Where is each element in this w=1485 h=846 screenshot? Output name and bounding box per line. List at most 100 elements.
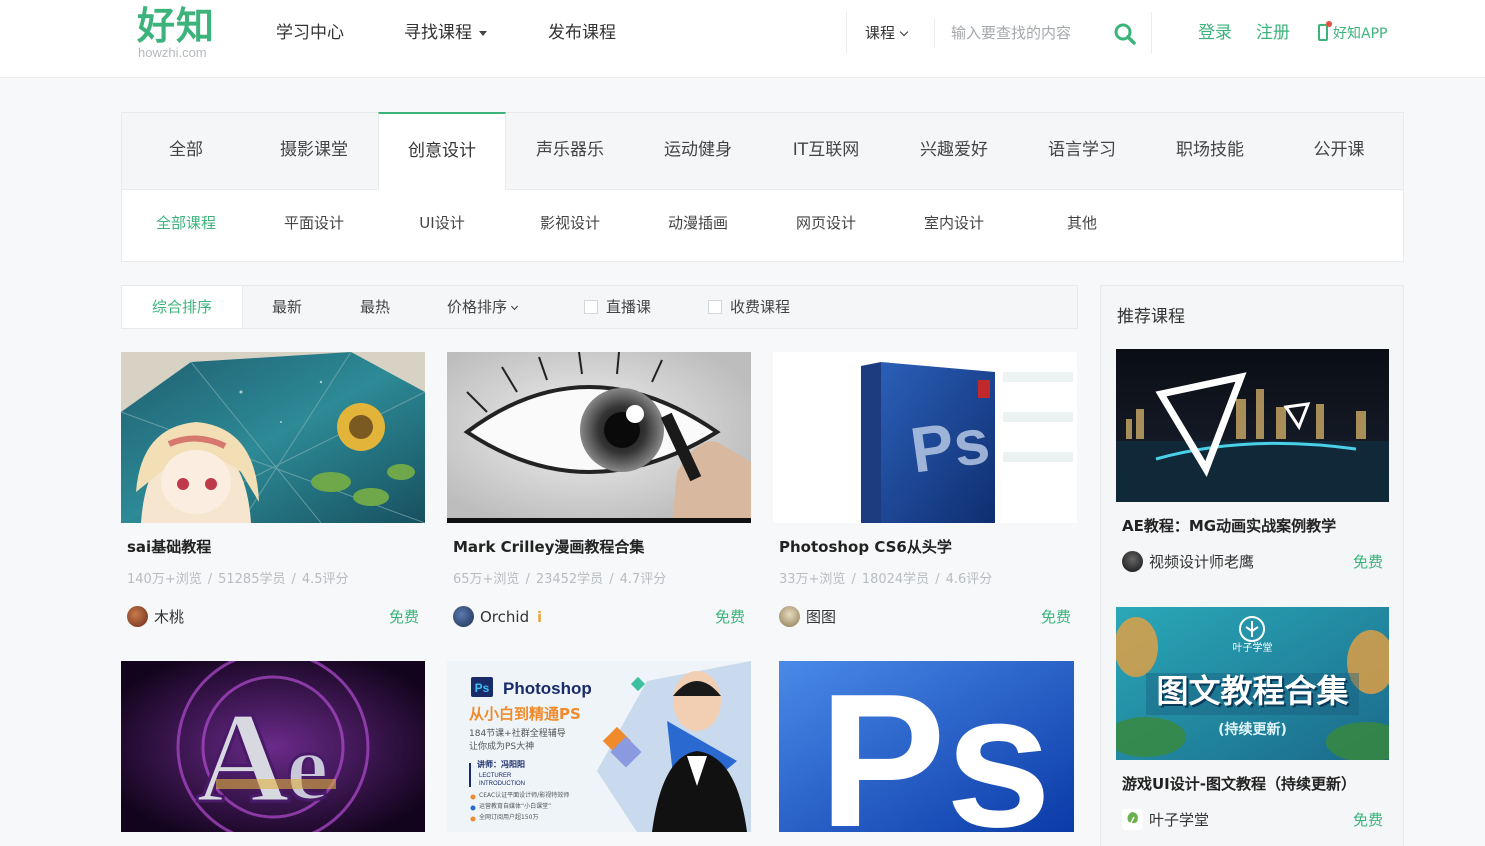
top-header: 好知 howzhi.com 学习中心 寻找课程 发布课程 课程 登录 注册 好知… [0, 0, 1485, 78]
course-author[interactable]: Orchid i [453, 605, 542, 630]
student-count: 23452学员 [535, 572, 604, 587]
course-thumbnail[interactable] [121, 352, 425, 523]
banner-teacher: 讲师：冯阳阳 [477, 760, 525, 769]
filter-paid-label: 收费课程 [730, 298, 791, 316]
price-tag: 免费 [714, 608, 745, 626]
author-name: 木桃 [154, 608, 185, 626]
course-thumbnail[interactable]: Ps [779, 661, 1074, 832]
course-thumbnail[interactable] [447, 352, 751, 523]
author-name: 图图 [806, 608, 837, 626]
filter-paid[interactable]: 收费课程 [708, 286, 790, 328]
course-thumbnail[interactable]: A e [121, 661, 425, 832]
sidebar-title: 推荐课程 [1117, 307, 1185, 327]
tab-all[interactable]: 全部 [122, 113, 250, 190]
subtab-interior-design[interactable]: 室内设计 [890, 211, 1018, 235]
svg-text:Ps: Ps [819, 661, 1051, 832]
search-type-select[interactable]: 课程 [865, 22, 909, 44]
nav-publish-course[interactable]: 发布课程 [548, 20, 616, 46]
tab-fitness[interactable]: 运动健身 [634, 113, 762, 190]
course-author[interactable]: 木桃 [127, 605, 184, 629]
sort-comprehensive[interactable]: 综合排序 [122, 286, 243, 328]
category-panel: 全部 摄影课堂 创意设计 声乐器乐 运动健身 IT互联网 兴趣爱好 语言学习 职… [121, 112, 1404, 262]
search-type-label: 课程 [865, 24, 896, 42]
subtab-graphic-design[interactable]: 平面设计 [250, 211, 378, 235]
course-card[interactable]: Ps Photoshop CS6从头学 33万+浏览/18024学员/4.6评分… [773, 352, 1077, 637]
course-card[interactable]: Ps Photoshop 从小白到精通PS 184节课+社群全程辅导 让你成为P… [447, 661, 751, 832]
course-title[interactable]: AE教程：MG动画实战案例教学 [1122, 515, 1336, 537]
tab-photography[interactable]: 摄影课堂 [250, 113, 378, 190]
course-title[interactable]: 游戏UI设计-图文教程（持续更新） [1122, 773, 1356, 795]
subtab-video-design[interactable]: 影视设计 [506, 211, 634, 235]
sort-hottest[interactable]: 最热 [360, 286, 390, 328]
avatar [127, 606, 148, 627]
course-title[interactable]: Photoshop CS6从头学 [779, 536, 952, 558]
banner-brand: 叶子学堂 [1232, 643, 1273, 654]
avatar [453, 606, 474, 627]
course-stats: 33万+浏览/18024学员/4.6评分 [779, 572, 993, 587]
register-link[interactable]: 注册 [1256, 20, 1290, 46]
svg-text:e: e [286, 713, 329, 820]
nav-find-course-label: 寻找课程 [404, 23, 472, 43]
banner-subtitle: (持续更新) [1218, 722, 1287, 738]
course-author[interactable]: 叶子学堂 [1122, 808, 1209, 832]
course-card[interactable]: A e [121, 661, 425, 832]
course-stats: 65万+浏览/23452学员/4.7评分 [453, 572, 667, 587]
author-name: Orchid [480, 608, 530, 626]
price-tag: 免费 [388, 608, 419, 626]
recommended-sidebar: 推荐课程 AE教程：MG动画实战案例教学 视频设计师老鹰 免费 叶子学堂 图文教… [1100, 285, 1404, 846]
subtab-ui-design[interactable]: UI设计 [378, 211, 506, 235]
tab-hobbies[interactable]: 兴趣爱好 [890, 113, 1018, 190]
course-card[interactable]: Ps [779, 661, 1083, 832]
rating: 4.7评分 [619, 572, 667, 587]
recommended-course[interactable]: 叶子学堂 图文教程合集 (持续更新) 游戏UI设计-图文教程（持续更新） 叶子学… [1116, 607, 1389, 837]
course-title[interactable]: sai基础教程 [127, 536, 211, 558]
tab-it-internet[interactable]: IT互联网 [762, 113, 890, 190]
site-logo[interactable]: 好知 howzhi.com [137, 4, 227, 64]
subtab-all-courses[interactable]: 全部课程 [122, 211, 250, 235]
sort-price[interactable]: 价格排序 [447, 286, 519, 328]
course-card[interactable]: Mark Crilley漫画教程合集 65万+浏览/23452学员/4.7评分 … [447, 352, 751, 637]
course-thumbnail[interactable] [1116, 349, 1389, 502]
course-thumbnail[interactable]: 叶子学堂 图文教程合集 (持续更新) [1116, 607, 1389, 760]
subtab-web-design[interactable]: 网页设计 [762, 211, 890, 235]
search-input[interactable] [951, 20, 1101, 46]
banner-bullet: 全网订阅用户超150万 [479, 814, 539, 821]
tab-career-skills[interactable]: 职场技能 [1146, 113, 1274, 190]
banner-en: INTRODUCTION [479, 781, 525, 787]
search-icon[interactable] [1113, 22, 1137, 46]
paid-checkbox[interactable] [708, 300, 722, 314]
course-author[interactable]: 图图 [779, 605, 836, 629]
logo-domain: howzhi.com [138, 45, 207, 60]
svg-text:Ps: Ps [906, 404, 994, 486]
tab-open-course[interactable]: 公开课 [1275, 113, 1403, 190]
course-thumbnail[interactable]: Ps Photoshop 从小白到精通PS 184节课+社群全程辅导 让你成为P… [447, 661, 751, 832]
login-link[interactable]: 登录 [1198, 20, 1232, 46]
nav-find-course[interactable]: 寻找课程 [404, 20, 487, 46]
chevron-down-icon [899, 27, 909, 37]
subtab-other[interactable]: 其他 [1018, 211, 1146, 235]
app-download-link[interactable]: 好知APP [1318, 21, 1388, 45]
app-link-label: 好知APP [1333, 26, 1388, 42]
banner-en: LECTURER [479, 773, 512, 779]
course-author[interactable]: 视频设计师老鹰 [1122, 550, 1254, 574]
tab-languages[interactable]: 语言学习 [1018, 113, 1146, 190]
tab-music[interactable]: 声乐器乐 [506, 113, 634, 190]
course-card[interactable]: sai基础教程 140万+浏览/51285学员/4.5评分 木桃 免费 [121, 352, 425, 637]
course-title[interactable]: Mark Crilley漫画教程合集 [453, 536, 644, 558]
recommended-course[interactable]: AE教程：MG动画实战案例教学 视频设计师老鹰 免费 [1116, 349, 1389, 579]
student-count: 18024学员 [861, 572, 930, 587]
view-count: 65万+浏览 [453, 572, 520, 587]
course-thumbnail[interactable]: Ps [773, 352, 1077, 523]
banner-title: Photoshop [503, 679, 592, 698]
sort-bar: 综合排序 最新 最热 价格排序 直播课 收费课程 [121, 285, 1078, 329]
nav-learning-center[interactable]: 学习中心 [276, 20, 344, 46]
leaf-logo-icon [1122, 809, 1143, 830]
info-icon[interactable]: i [537, 606, 542, 630]
filter-live[interactable]: 直播课 [584, 286, 651, 328]
tab-creative-design[interactable]: 创意设计 [378, 112, 506, 190]
caret-down-icon [479, 30, 487, 36]
sort-newest[interactable]: 最新 [272, 286, 302, 328]
subtab-animation[interactable]: 动漫插画 [634, 211, 762, 235]
course-stats: 140万+浏览/51285学员/4.5评分 [127, 572, 349, 587]
live-checkbox[interactable] [584, 300, 598, 314]
